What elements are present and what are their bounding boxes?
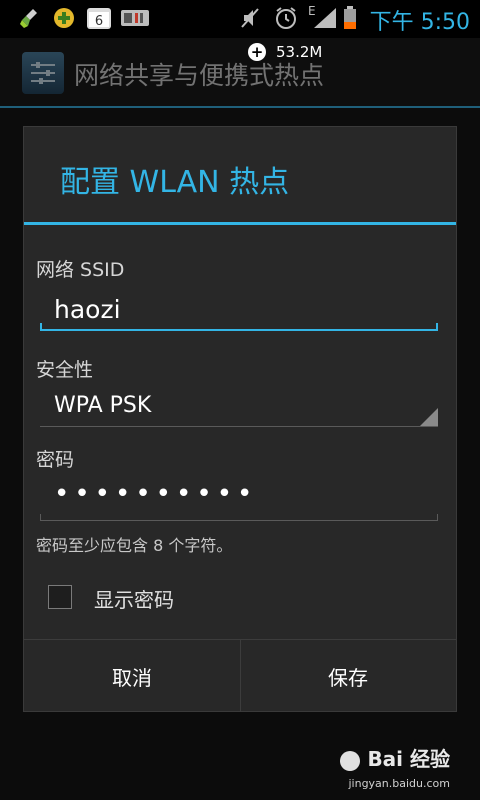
broom-icon xyxy=(18,6,42,30)
ssid-underline-cap-right xyxy=(436,323,438,331)
alarm-icon xyxy=(274,6,298,30)
action-bar-divider xyxy=(0,106,480,108)
dialog-title-divider xyxy=(24,222,456,225)
dialog-button-bar: 取消 保存 xyxy=(24,639,456,712)
boost-plus-icon: + xyxy=(248,43,266,61)
security-underline xyxy=(40,426,438,427)
mute-icon xyxy=(238,6,262,30)
dialog-title: 配置 WLAN 热点 xyxy=(60,165,290,200)
cancel-button[interactable]: 取消 xyxy=(24,640,241,712)
status-time: 下午 5:50 xyxy=(369,10,470,35)
password-value: •••••••••• xyxy=(54,479,258,509)
show-password-label[interactable]: 显示密码 xyxy=(94,584,174,613)
status-bar: 6 E 下午 5:50 xyxy=(0,0,480,38)
wlan-hotspot-dialog: 配置 WLAN 热点 网络 SSID haozi 安全性 WPA PSK 密码 … xyxy=(24,127,456,712)
password-input[interactable]: •••••••••• xyxy=(40,475,438,521)
dropdown-triangle-icon xyxy=(420,408,438,426)
sim-card-icon xyxy=(120,6,150,30)
floating-memory-widget[interactable]: + 53.2M xyxy=(248,42,322,62)
action-bar: 网络共享与便携式热点 xyxy=(0,38,480,106)
watermark-url: jingyan.baidu.com xyxy=(348,777,450,790)
ssid-label: 网络 SSID xyxy=(36,259,125,281)
network-type-text: E xyxy=(308,4,316,18)
password-label: 密码 xyxy=(36,449,75,471)
calendar-icon: 6 xyxy=(86,6,112,30)
security-value: WPA PSK xyxy=(54,393,152,418)
password-underline xyxy=(40,520,438,521)
password-underline-cap-right xyxy=(437,514,438,521)
memory-value: 53.2M xyxy=(276,43,323,61)
calendar-day-text: 6 xyxy=(95,14,103,29)
baidu-paw-icon xyxy=(340,750,361,771)
watermark-brand-text: Bai 经验 xyxy=(367,747,450,771)
password-hint: 密码至少应包含 8 个字符。 xyxy=(36,536,233,555)
watermark-brand: Bai 经验 xyxy=(340,743,450,772)
ssid-underline xyxy=(40,329,438,331)
ssid-input[interactable]: haozi xyxy=(40,291,438,331)
security-spinner[interactable]: WPA PSK xyxy=(40,385,438,427)
signal-icon: E xyxy=(308,4,338,30)
save-button[interactable]: 保存 xyxy=(240,640,456,712)
security-label: 安全性 xyxy=(36,359,94,381)
show-password-checkbox[interactable] xyxy=(48,585,72,609)
ssid-underline-cap-left xyxy=(40,323,42,331)
battery-icon xyxy=(342,6,358,30)
plus-badge-icon xyxy=(52,6,76,30)
settings-app-icon xyxy=(22,52,64,94)
password-underline-cap-left xyxy=(40,514,41,521)
ssid-value: haozi xyxy=(54,295,121,324)
